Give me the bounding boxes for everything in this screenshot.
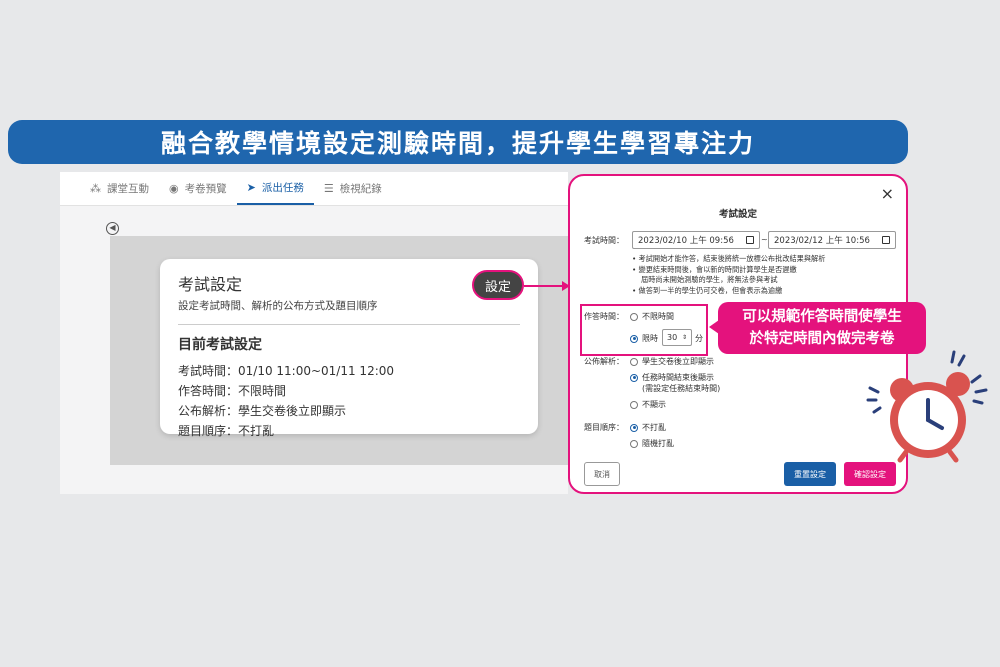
exam-time-notes: • 考試開始才能作答，結束後將統一放標公布批改結果與解析 • 變更結束時間後，會… (632, 254, 825, 296)
analysis-immediate-radio[interactable]: 學生交卷後立即顯示 (630, 356, 714, 367)
exam-settings-dialog: × 考試設定 考試時間： 2023/02/10 上午 09:56 ~ 2023/… (568, 174, 926, 494)
callout-bubble: 可以規範作答時間使學生 於特定時間內做完考卷 (709, 302, 926, 354)
callout-line: 可以規範作答時間使學生 (742, 309, 902, 325)
tab-label: 檢視紀錄 (339, 183, 382, 195)
range-separator: ~ (761, 235, 768, 244)
tab-label: 課堂互動 (107, 183, 149, 195)
radio-icon (630, 357, 638, 366)
minutes-value: 30 (667, 333, 678, 342)
radio-label: 限時 (642, 334, 658, 343)
radio-label: 任務時間結束後顯示 (642, 373, 714, 382)
exam-time-label: 考試時間： (584, 236, 624, 245)
radio-label: 不限時間 (642, 312, 674, 321)
radio-label: 不顯示 (642, 400, 666, 409)
radio-icon (630, 334, 638, 343)
tab-assign[interactable]: ➤ 派出任務 (236, 172, 314, 205)
start-datetime-input[interactable]: 2023/02/10 上午 09:56 (632, 231, 760, 249)
minutes-stepper[interactable]: 30 ⇕ (662, 329, 692, 346)
tab-classroom[interactable]: ⁂ 課堂互動 (80, 172, 159, 205)
order-label: 題目順序： (584, 423, 624, 432)
radio-icon (630, 439, 638, 448)
radio-icon (630, 423, 638, 432)
radio-label: 不打亂 (642, 423, 666, 432)
answer-limited-radio[interactable]: 限時 (630, 333, 658, 344)
order-random-radio[interactable]: 隨機打亂 (630, 438, 674, 449)
radio-icon (630, 400, 638, 409)
stepper-icon[interactable]: ⇕ (682, 334, 687, 341)
analysis-after-task-radio[interactable]: 任務時間結束後顯示 (630, 372, 714, 383)
grid-icon: ⁂ (90, 182, 101, 195)
headline-banner: 融合教學情境設定測驗時間，提升學生學習專注力 (8, 120, 908, 164)
eye-icon: ◉ (169, 182, 179, 195)
headline-text: 融合教學情境設定測驗時間，提升學生學習專注力 (160, 129, 755, 158)
radio-icon (630, 373, 638, 382)
alarm-clock-icon (866, 350, 988, 463)
back-icon[interactable]: ◀ (106, 222, 119, 235)
setting-line: 考試時間：01/10 11:00~01/11 12:00 (178, 364, 395, 378)
reset-button[interactable]: 重置設定 (784, 462, 836, 486)
setting-line: 作答時間：不限時間 (178, 384, 287, 398)
close-icon[interactable]: × (881, 184, 894, 203)
analysis-label: 公佈解析： (584, 357, 624, 366)
note-line: 屆時尚未開始測驗的學生，將無法參與考試 (641, 275, 778, 284)
order-fixed-radio[interactable]: 不打亂 (630, 422, 666, 433)
tab-preview[interactable]: ◉ 考卷預覽 (159, 172, 237, 205)
analysis-hidden-radio[interactable]: 不顯示 (630, 399, 666, 410)
calendar-icon[interactable] (746, 236, 754, 244)
end-value: 2023/02/12 上午 10:56 (774, 236, 870, 246)
app-window: ⁂ 課堂互動 ◉ 考卷預覽 ➤ 派出任務 ☰ 檢視紀錄 ◀ 考試設定 設定考試時間、解析… (60, 172, 568, 494)
end-datetime-input[interactable]: 2023/02/12 上午 10:56 (768, 231, 896, 249)
analysis-note: (需設定任務結束時間) (642, 384, 721, 393)
answer-unlimited-radio[interactable]: 不限時間 (630, 311, 674, 322)
divider (178, 324, 520, 325)
card-subtitle: 設定考試時間、解析的公布方式及題目順序 (178, 300, 378, 312)
radio-label: 隨機打亂 (642, 439, 674, 448)
tab-label: 派出任務 (261, 182, 304, 194)
radio-label: 學生交卷後立即顯示 (642, 357, 714, 366)
answer-time-label: 作答時間： (584, 312, 624, 321)
start-value: 2023/02/10 上午 09:56 (638, 236, 734, 246)
dialog-title: 考試設定 (718, 209, 757, 220)
note-line: • 考試開始才能作答，結束後將統一放標公布批改結果與解析 (632, 254, 826, 263)
minutes-unit: 分 (695, 334, 703, 343)
confirm-button[interactable]: 確認設定 (844, 462, 896, 486)
note-line: • 變更結束時間後，會以新的時間計算學生是否遲繳 (632, 264, 797, 274)
setting-line: 題目順序：不打亂 (178, 424, 275, 438)
card-title: 考試設定 (178, 275, 243, 294)
current-settings-heading: 目前考試設定 (178, 337, 262, 353)
note-line: • 做答到一半的學生仍可交卷，但會表示為逾繳 (632, 285, 783, 295)
tab-label: 考卷預覽 (184, 183, 227, 195)
send-icon: ➤ (246, 181, 256, 194)
setting-line: 公布解析：學生交卷後立即顯示 (178, 404, 347, 418)
cancel-button[interactable]: 取消 (584, 462, 620, 486)
callout-line: 於特定時間內做完考卷 (749, 331, 895, 347)
tab-records[interactable]: ☰ 檢視紀錄 (314, 172, 392, 205)
radio-icon (630, 312, 638, 321)
tab-bar: ⁂ 課堂互動 ◉ 考卷預覽 ➤ 派出任務 ☰ 檢視紀錄 (60, 172, 568, 206)
list-icon: ☰ (323, 182, 334, 195)
settings-button[interactable]: 設定 (472, 270, 524, 300)
calendar-icon[interactable] (882, 236, 890, 244)
